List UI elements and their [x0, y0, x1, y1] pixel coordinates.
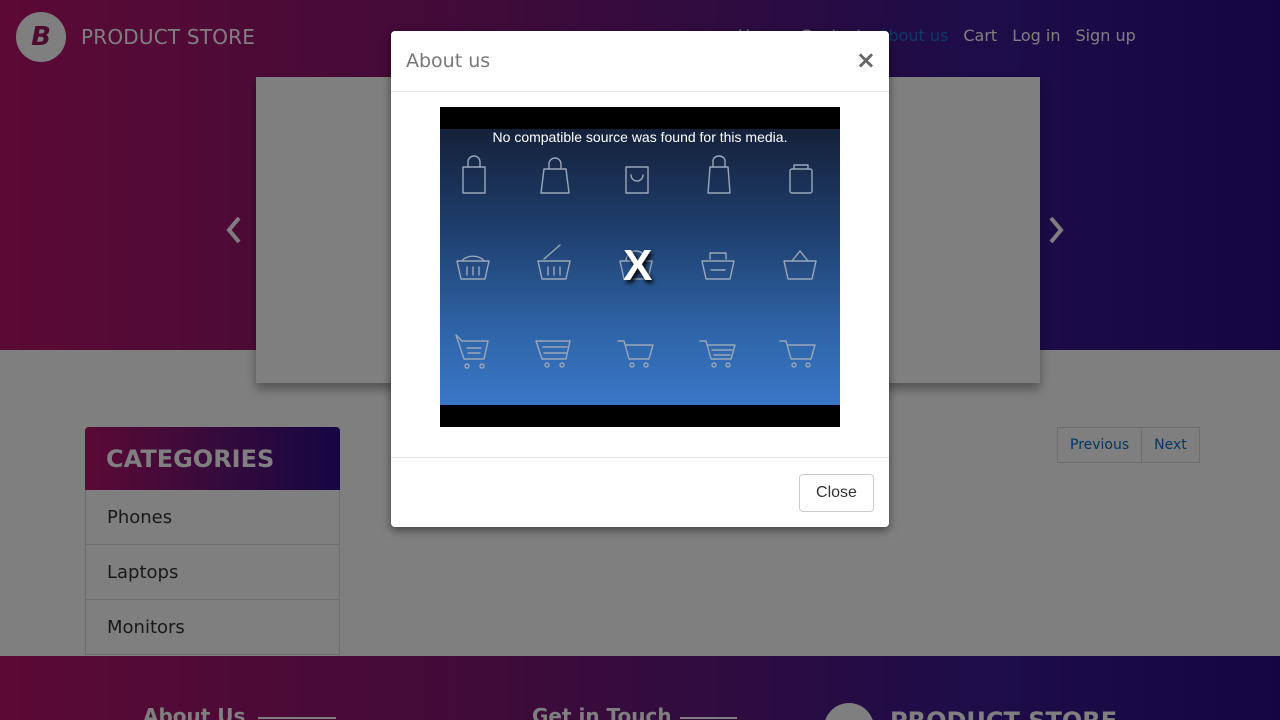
modal-title: About us — [406, 50, 491, 72]
video-error-message: No compatible source was found for this … — [492, 129, 788, 145]
shopping-bag-icon — [540, 157, 570, 194]
shopping-bag-icon — [789, 164, 813, 194]
video-player[interactable]: No compatible source was found for this … — [440, 107, 840, 427]
basket-icon — [701, 252, 735, 280]
modal-header: About us × — [391, 31, 889, 92]
shopping-bag-icon — [625, 166, 649, 194]
shopping-bag-icon — [462, 155, 486, 194]
close-icon[interactable]: × — [856, 48, 876, 72]
modal-footer: Close — [391, 459, 889, 527]
basket-icon — [456, 255, 490, 280]
basket-icon — [537, 244, 571, 280]
shopping-cart-icon — [455, 334, 489, 369]
close-button[interactable]: Close — [799, 474, 874, 512]
about-us-modal: About us × No compatible source was foun… — [391, 31, 889, 527]
modal-body: No compatible source was found for this … — [391, 92, 889, 458]
shopping-cart-icon — [699, 340, 736, 368]
shopping-cart-icon — [617, 340, 654, 368]
video-error-x-icon[interactable]: X — [623, 241, 652, 291]
shopping-cart-icon — [779, 340, 816, 368]
shopping-bag-icon — [707, 155, 731, 194]
basket-icon — [783, 250, 817, 280]
shopping-cart-icon — [535, 340, 571, 368]
